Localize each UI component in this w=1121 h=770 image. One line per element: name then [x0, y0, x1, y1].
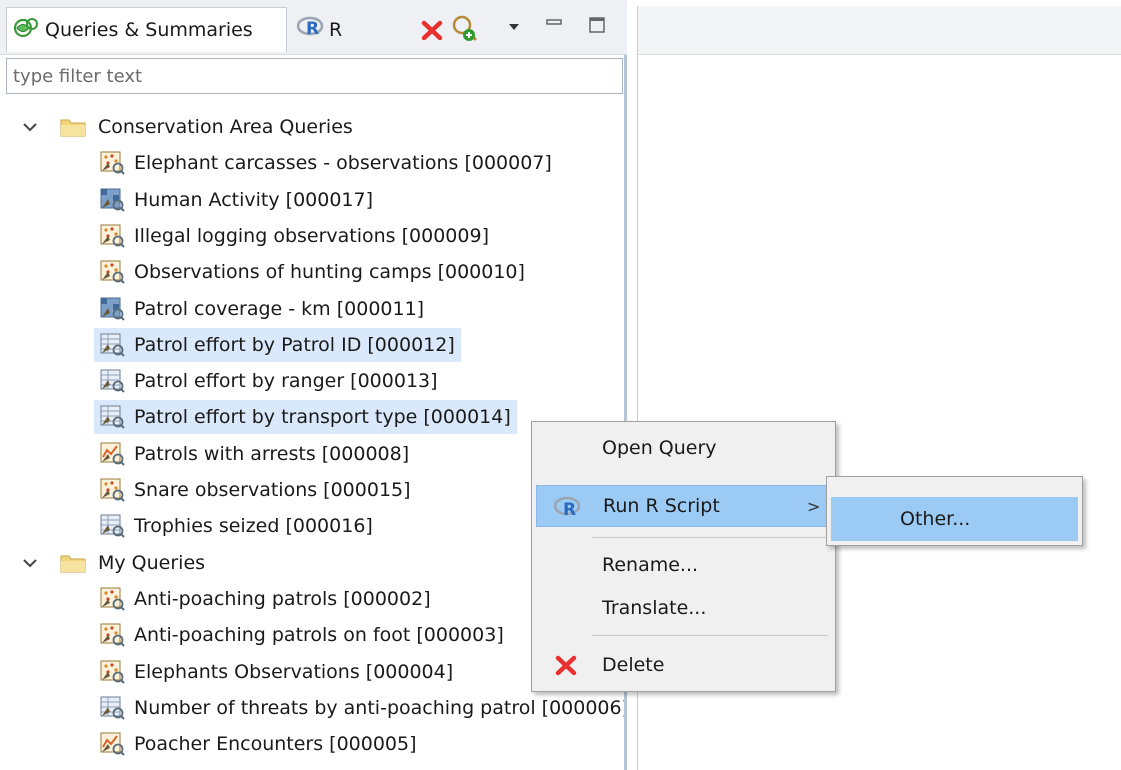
- tree-item[interactable]: Anti-poaching patrols [000002]: [94, 582, 431, 616]
- view-menu-dropdown-icon[interactable]: [508, 22, 520, 32]
- menu-run-r-script-label: Run R Script: [603, 495, 720, 517]
- submenu-other-label: Other...: [900, 508, 971, 530]
- menu-rename-label: Rename...: [602, 554, 699, 576]
- tree-item[interactable]: Snare observations [000015]: [94, 473, 411, 507]
- svg-text:R: R: [563, 500, 576, 519]
- view-tab-bar: Queries & Summaries R R: [0, 0, 627, 55]
- tree-item-label: Patrol effort by ranger [000013]: [134, 370, 438, 393]
- summary-query-icon: [100, 333, 126, 357]
- tree-item-label: Human Activity [000017]: [134, 188, 374, 211]
- tree-item[interactable]: Number of threats by anti-poaching patro…: [94, 691, 624, 725]
- observation-query-icon: [100, 151, 126, 176]
- folder-icon: [60, 116, 86, 138]
- delete-query-icon[interactable]: [420, 18, 444, 42]
- summary-query-icon: [100, 696, 126, 720]
- tree-group-row[interactable]: Conservation Area Queries: [22, 110, 353, 144]
- patrol-query-icon: [100, 442, 126, 466]
- delete-icon: [554, 653, 578, 682]
- tree-item-label: Poacher Encounters [000005]: [134, 733, 417, 756]
- tree-item[interactable]: Patrol coverage - km [000011]: [94, 292, 424, 326]
- tree-item-label: Patrol coverage - km [000011]: [134, 297, 425, 320]
- tree-item-label: Patrols with arrests [000008]: [134, 442, 410, 465]
- menu-run-r-script[interactable]: R Run R Script >: [536, 485, 831, 527]
- patrol-query-icon: [100, 732, 126, 756]
- observation-query-icon: [100, 660, 126, 684]
- tree-item[interactable]: Patrol effort by ranger [000013]: [94, 364, 438, 398]
- tree-item-label: Number of threats by anti-poaching patro…: [134, 696, 624, 719]
- menu-separator: [592, 537, 828, 538]
- editor-tab-bar: [638, 6, 1121, 55]
- submenu-arrow-icon: >: [807, 496, 821, 516]
- observation-query-icon: [100, 623, 126, 647]
- tree-item[interactable]: Observations of hunting camps [000010]: [94, 255, 525, 289]
- tree-item[interactable]: Patrols with arrests [000008]: [94, 437, 409, 471]
- tree-item-label: Patrol effort by transport type [000014]: [134, 406, 511, 429]
- tab-r-label: R: [329, 18, 343, 41]
- tree-group-label: Conservation Area Queries: [98, 116, 353, 138]
- tree-item[interactable]: Poacher Encounters [000005]: [94, 727, 417, 761]
- gridded-query-icon: [100, 188, 126, 212]
- tree-item[interactable]: Anti-poaching patrols on foot [000003]: [94, 618, 504, 652]
- tree-item[interactable]: Illegal logging observations [000009]: [94, 219, 489, 253]
- menu-open-query[interactable]: Open Query: [536, 427, 831, 469]
- tree-item-label: Illegal logging observations [000009]: [134, 224, 489, 247]
- tree-item-label: Observations of hunting camps [000010]: [134, 261, 525, 284]
- observation-query-icon: [100, 478, 126, 502]
- menu-open-query-label: Open Query: [602, 437, 717, 459]
- tree-item-label: Patrol effort by Patrol ID [000012]: [134, 333, 455, 356]
- tree-item[interactable]: Human Activity [000017]: [94, 183, 373, 217]
- folder-icon: [60, 552, 86, 574]
- queries-icon: [13, 16, 39, 45]
- tree-group-row[interactable]: My Queries: [22, 546, 205, 580]
- chevron-down-icon[interactable]: [22, 552, 38, 574]
- menu-translate[interactable]: Translate...: [536, 587, 831, 629]
- tree-item[interactable]: Trophies seized [000016]: [94, 509, 373, 543]
- menu-translate-label: Translate...: [602, 597, 707, 619]
- observation-query-icon: [100, 224, 126, 248]
- tree-item-label: Anti-poaching patrols on foot [000003]: [134, 624, 504, 647]
- tree-item-label: Anti-poaching patrols [000002]: [134, 587, 431, 610]
- minimize-icon[interactable]: [545, 16, 563, 30]
- observation-query-icon: [100, 260, 126, 284]
- menu-rename[interactable]: Rename...: [536, 544, 831, 586]
- run-r-script-submenu: Other...: [826, 476, 1083, 546]
- submenu-other[interactable]: Other...: [831, 497, 1078, 541]
- summary-query-icon: [100, 369, 126, 393]
- menu-delete[interactable]: Delete: [536, 644, 831, 686]
- menu-separator: [592, 635, 828, 636]
- tree-item-label: Snare observations [000015]: [134, 479, 411, 501]
- svg-text:R: R: [306, 19, 319, 38]
- tree-group-label: My Queries: [98, 551, 206, 574]
- tab-r[interactable]: R R: [291, 7, 361, 52]
- tree-item[interactable]: Elephants Observations [000004]: [94, 655, 453, 689]
- context-menu: Open Query R Run R Script > Rename... Tr…: [531, 421, 836, 692]
- tree-item-label: Elephants Observations [000004]: [134, 660, 454, 683]
- gridded-query-icon: [100, 297, 126, 321]
- tree-item[interactable]: Elephant carcasses - observations [00000…: [94, 146, 552, 180]
- r-script-icon: R: [553, 495, 583, 524]
- summary-query-icon: [100, 405, 126, 430]
- tree-item-label: Trophies seized [000016]: [134, 515, 373, 538]
- tree-item-label: Elephant carcasses - observations [00000…: [134, 152, 552, 175]
- tree-item[interactable]: Patrol effort by Patrol ID [000012]: [94, 327, 461, 362]
- maximize-icon[interactable]: [588, 16, 606, 34]
- r-logo-icon: R: [296, 16, 325, 43]
- summary-query-icon: [100, 514, 126, 539]
- tab-queries-label: Queries & Summaries: [45, 19, 253, 41]
- filter-input[interactable]: [6, 58, 623, 94]
- menu-delete-label: Delete: [602, 654, 665, 676]
- new-query-icon[interactable]: [450, 14, 480, 44]
- observation-query-icon: [100, 587, 126, 611]
- tab-queries-summaries[interactable]: Queries & Summaries: [6, 7, 287, 52]
- chevron-down-icon[interactable]: [22, 116, 38, 138]
- tree-item[interactable]: Patrol effort by transport type [000014]: [94, 400, 517, 435]
